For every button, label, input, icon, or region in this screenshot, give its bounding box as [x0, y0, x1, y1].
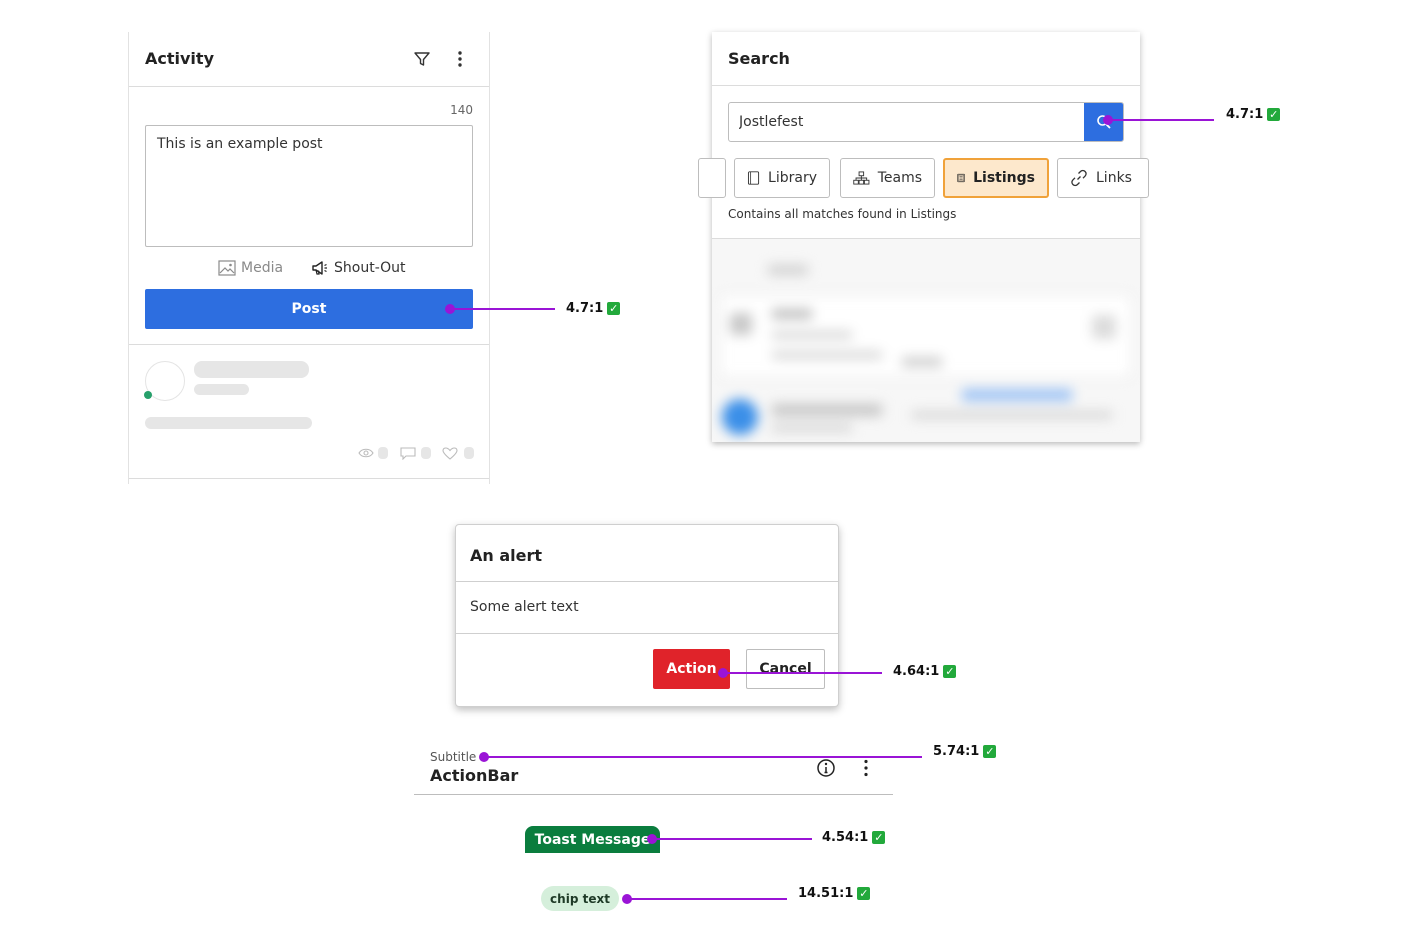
skeleton-meta	[194, 384, 249, 395]
contrast-label: 4.54:1 ✓	[822, 830, 886, 845]
tab-teams[interactable]: Teams	[840, 158, 935, 198]
divider	[129, 344, 489, 345]
skeleton-name	[194, 361, 309, 378]
post-button[interactable]: Post	[145, 289, 473, 329]
annotation-dot	[445, 304, 455, 314]
heart-icon	[442, 447, 458, 460]
annotation-dot	[647, 834, 657, 844]
activity-header: Activity	[129, 32, 489, 87]
shoutout-label: Shout-Out	[334, 260, 406, 276]
more-options-icon[interactable]	[451, 50, 469, 68]
search-panel: Search Library Teams	[698, 32, 1149, 442]
alert-body: Some alert text	[470, 599, 579, 615]
contrast-label: 5.74:1 ✓	[933, 744, 997, 759]
document-list-icon	[957, 173, 965, 183]
megaphone-icon	[312, 261, 327, 275]
tab-listings-label: Listings	[973, 170, 1035, 186]
tab-helper-text: Contains all matches found in Listings	[728, 207, 957, 221]
skeleton-count	[421, 447, 431, 459]
contrast-label: 4.64:1 ✓	[893, 664, 957, 679]
annotation-dot	[479, 752, 489, 762]
post-textarea[interactable]: This is an example post	[145, 125, 473, 247]
blurred-results	[712, 239, 1140, 442]
character-counter: 140	[450, 103, 473, 117]
annotation-line	[484, 756, 922, 758]
annotation-line	[450, 308, 555, 310]
image-icon	[218, 260, 236, 276]
alert-title: An alert	[470, 546, 543, 565]
skeleton-count	[464, 447, 474, 459]
tab-links[interactable]: Links	[1057, 158, 1149, 198]
shoutout-button[interactable]: Shout-Out	[311, 260, 406, 276]
activity-title: Activity	[145, 49, 214, 68]
contrast-ratio: 4.7:1	[566, 301, 604, 316]
toast-message: Toast Message	[525, 826, 660, 853]
contrast-ratio: 4.54:1	[822, 830, 869, 845]
annotation-line	[627, 898, 787, 900]
annotation-dot	[622, 894, 632, 904]
alert-dialog: An alert Some alert text Action Cancel	[455, 524, 839, 707]
search-field	[728, 102, 1124, 142]
annotation-dot	[718, 668, 728, 678]
link-icon	[1071, 169, 1087, 187]
contrast-label: 4.7:1 ✓	[566, 301, 621, 316]
book-icon	[747, 171, 760, 185]
annotation-line	[723, 672, 882, 674]
check-icon: ✓	[943, 665, 957, 678]
media-label: Media	[241, 260, 284, 276]
contrast-ratio: 4.7:1	[1226, 107, 1264, 122]
filter-icon[interactable]	[413, 50, 431, 68]
contrast-label: 4.7:1 ✓	[1226, 107, 1281, 122]
info-icon[interactable]	[816, 758, 836, 778]
skeleton-text	[145, 417, 312, 429]
contrast-ratio: 5.74:1	[933, 744, 980, 759]
comment-icon	[400, 447, 416, 460]
tab-library[interactable]: Library	[734, 158, 830, 198]
check-icon: ✓	[872, 831, 886, 844]
check-icon: ✓	[607, 302, 621, 315]
contrast-label: 14.51:1 ✓	[798, 886, 871, 901]
search-header: Search	[712, 32, 1140, 86]
tab-library-label: Library	[768, 170, 817, 186]
org-chart-icon	[853, 171, 870, 185]
search-title: Search	[728, 49, 790, 68]
check-icon: ✓	[983, 745, 997, 758]
cancel-button[interactable]: Cancel	[746, 649, 825, 689]
online-status-dot	[144, 391, 152, 399]
contrast-ratio: 14.51:1	[798, 886, 854, 901]
chip[interactable]: chip text	[541, 886, 619, 911]
annotation-line	[1108, 119, 1214, 121]
eye-icon	[358, 448, 374, 458]
contrast-ratio: 4.64:1	[893, 664, 940, 679]
more-options-icon[interactable]	[856, 758, 876, 778]
divider	[456, 581, 838, 582]
search-input[interactable]	[729, 103, 1085, 141]
action-bar-subtitle: Subtitle	[430, 750, 477, 764]
divider	[456, 633, 838, 634]
annotation-line	[652, 838, 812, 840]
check-icon: ✓	[857, 887, 871, 900]
skeleton-count	[378, 447, 388, 459]
media-button[interactable]: Media	[218, 260, 283, 276]
divider	[129, 478, 489, 479]
activity-panel: Activity 140 This is an example post Med…	[128, 32, 490, 484]
action-bar-title: ActionBar	[430, 766, 519, 785]
tab-previous[interactable]	[698, 158, 726, 198]
check-icon: ✓	[1267, 108, 1281, 121]
tab-links-label: Links	[1096, 170, 1132, 186]
annotation-dot	[1103, 115, 1113, 125]
tab-teams-label: Teams	[877, 170, 922, 186]
tab-listings[interactable]: Listings	[943, 158, 1049, 198]
